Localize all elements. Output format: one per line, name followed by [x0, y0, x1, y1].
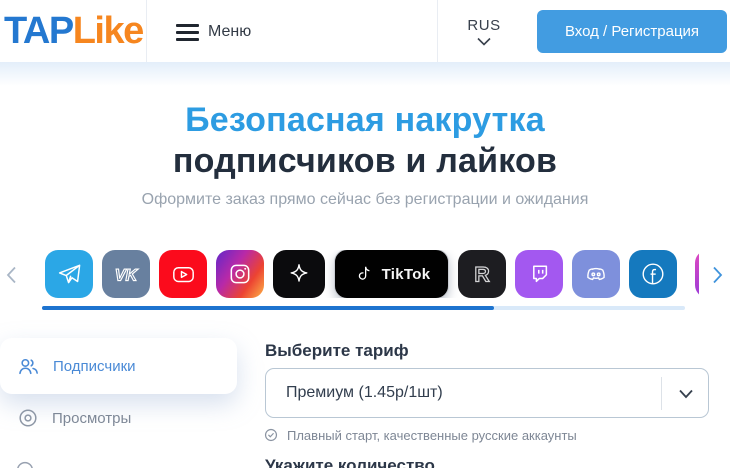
people-icon [19, 358, 38, 374]
header: TAPLike Меню RUS Вход / Регистрация [0, 0, 730, 62]
network-rutube-icon[interactable]: R [458, 250, 506, 298]
sidebar-item-partial[interactable] [16, 461, 34, 468]
carousel-next-button[interactable] [712, 266, 723, 284]
page-title-line1: Безопасная накрутка [185, 101, 545, 139]
page-title: Безопасная накрутка подписчиков и лайков [0, 100, 730, 182]
network-vk-icon[interactable]: VK [102, 250, 150, 298]
network-youtube-icon[interactable] [159, 250, 207, 298]
sidebar-item-subscribers[interactable]: Подписчики [0, 338, 237, 394]
tariff-note-text: Плавный старт, качественные русские акка… [287, 427, 577, 443]
tariff-selected-value: Премиум (1.45р/1шт) [286, 384, 443, 401]
network-instagram-icon[interactable] [216, 250, 264, 298]
tariff-label: Выберите тариф [265, 341, 409, 360]
chevron-down-icon [679, 389, 693, 399]
eye-icon [19, 409, 37, 427]
logo-part-tap: TAP [4, 10, 74, 52]
language-selector[interactable]: RUS [462, 17, 506, 46]
login-button[interactable]: Вход / Регистрация [537, 10, 727, 53]
select-divider [661, 377, 662, 410]
network-sparkle-icon[interactable] [273, 250, 325, 298]
page: TAPLike Меню RUS Вход / Регистрация Безо… [0, 0, 730, 468]
logo-part-like: Like [72, 10, 145, 52]
carousel-progress-fill [42, 306, 494, 310]
tiktok-label: TikTok [381, 265, 431, 283]
sidebar-item-label: Просмотры [52, 409, 132, 427]
page-subtitle: Оформите заказ прямо сейчас без регистра… [141, 191, 589, 208]
network-tiktok-icon[interactable]: TikTok [334, 250, 449, 298]
header-bottom-gradient [0, 62, 730, 86]
menu-label: Меню [208, 23, 252, 40]
network-discord-icon[interactable] [572, 250, 620, 298]
sidebar-item-label: Подписчики [53, 357, 136, 375]
chevron-left-icon [6, 266, 16, 284]
tariff-note: Плавный старт, качественные русские акка… [263, 427, 577, 443]
partial-icon [17, 461, 33, 468]
carousel-progress-track[interactable] [42, 306, 685, 310]
language-label: RUS [467, 17, 501, 34]
check-circle-icon [264, 428, 278, 442]
tariff-select[interactable]: Премиум (1.45р/1шт) [265, 368, 709, 418]
network-facebook-icon[interactable] [629, 250, 677, 298]
chevron-right-icon [713, 266, 723, 284]
header-divider-left [146, 0, 147, 62]
network-twitch-icon[interactable] [515, 250, 563, 298]
quantity-label: Укажите количество [265, 456, 435, 468]
carousel-prev-button[interactable] [6, 266, 17, 284]
rutube-letter: R [474, 263, 489, 287]
menu-button[interactable]: Меню [176, 23, 251, 41]
hamburger-icon [176, 23, 199, 41]
tiktok-note-icon [358, 266, 370, 280]
page-title-line2: подписчиков и лайков [172, 142, 558, 180]
network-telegram-icon[interactable] [45, 250, 93, 298]
sidebar-item-views[interactable]: Просмотры [0, 402, 237, 434]
svg-text:VK: VK [115, 266, 139, 284]
social-networks-carousel: VK TikTok R [45, 250, 699, 298]
chevron-down-icon [477, 37, 491, 46]
logo[interactable]: TAPLike [4, 8, 145, 54]
network-next-partial-icon[interactable] [695, 250, 699, 298]
header-divider-right [437, 0, 438, 62]
